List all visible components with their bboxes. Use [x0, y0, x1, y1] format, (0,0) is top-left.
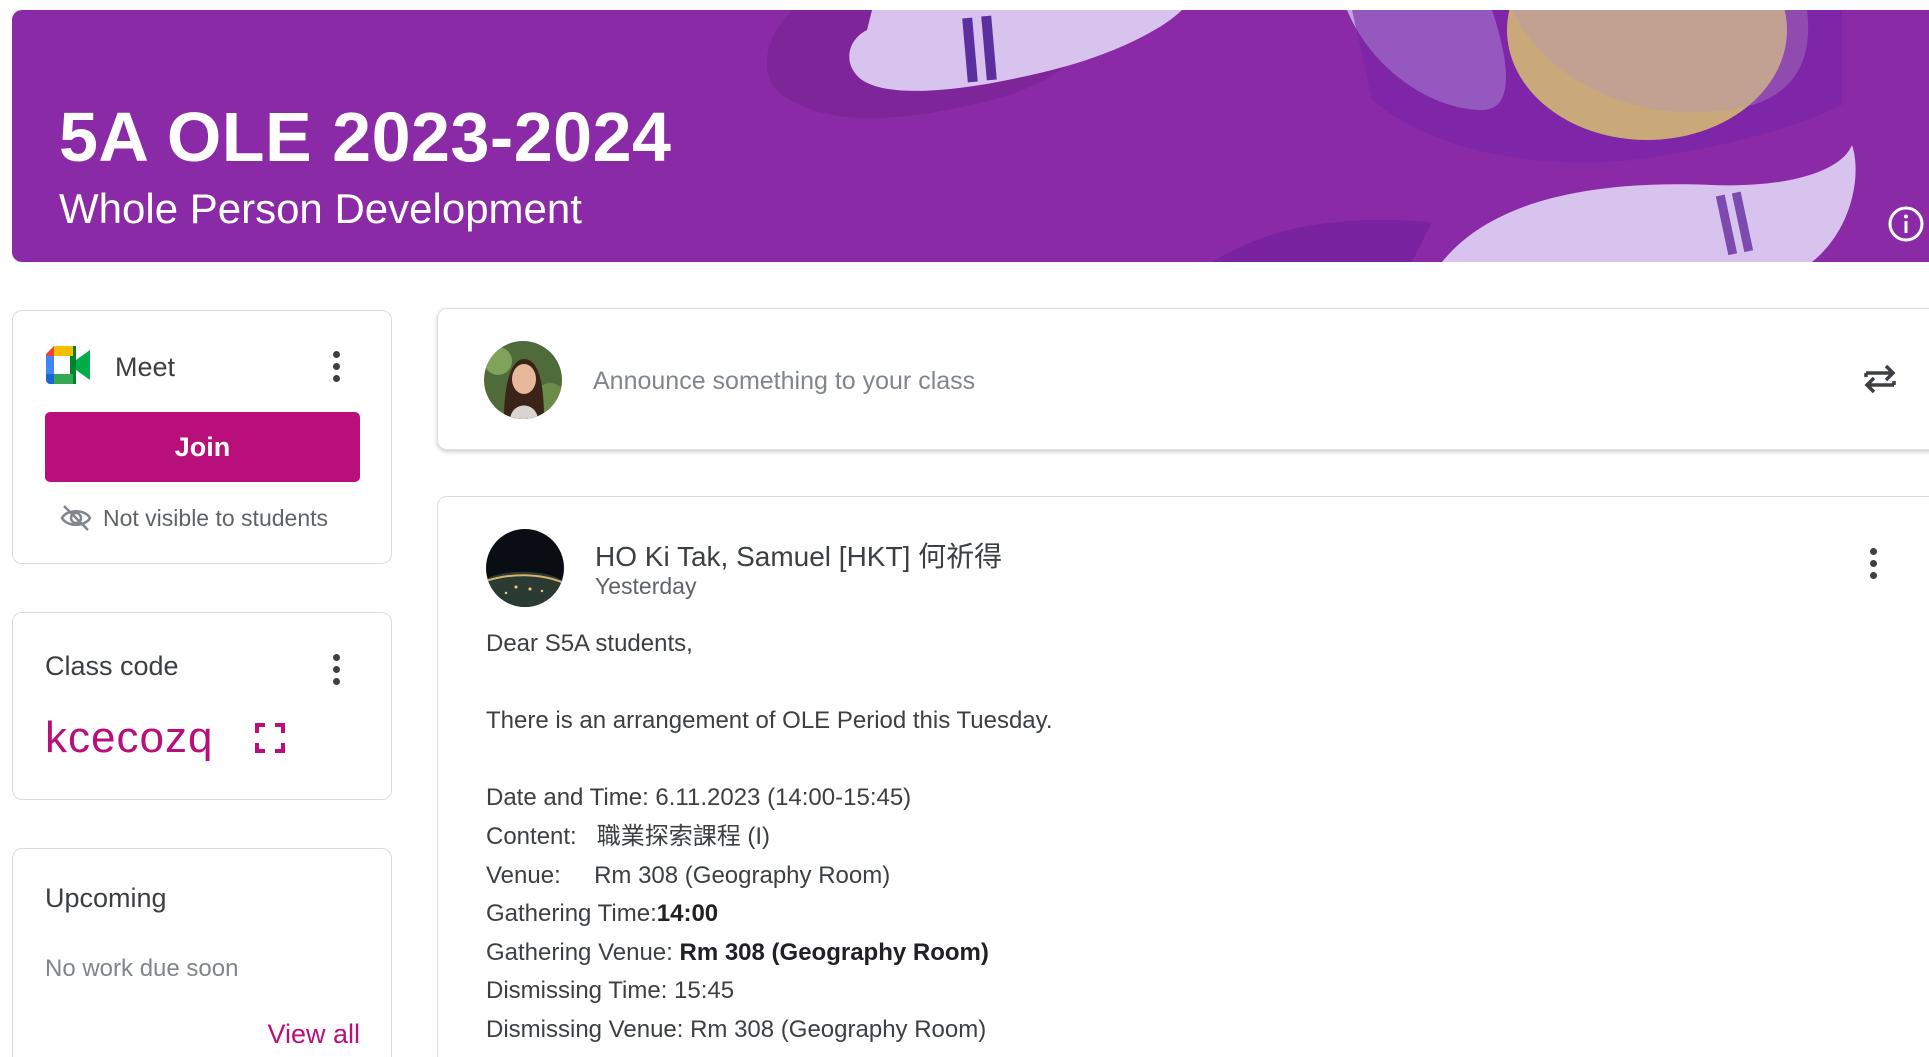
view-all-link[interactable]: View all	[267, 1019, 360, 1050]
class-code-label: Class code	[45, 651, 179, 681]
upcoming-card: Upcoming No work due soon View all	[12, 848, 392, 1057]
google-meet-icon	[46, 346, 90, 384]
visibility-note-text: Not visible to students	[103, 504, 329, 531]
class-code-value: kcecozq	[45, 713, 214, 762]
post-timestamp: Yesterday	[595, 573, 697, 599]
repost-icon[interactable]	[1858, 357, 1902, 401]
gathering-venue-value: Rm 308 (Geography Room)	[679, 938, 989, 966]
meet-more-options-icon[interactable]	[321, 344, 351, 388]
post-author: HO Ki Tak, Samuel [HKT] 何祈得	[595, 541, 1003, 572]
announce-box[interactable]: Announce something to your class	[437, 308, 1929, 450]
post-dismissing-time: Dismissing Time: 15:45	[486, 977, 735, 1005]
author-avatar	[486, 529, 564, 607]
gathering-time-value: 14:00	[656, 900, 719, 928]
post-venue-line: Venue: Rm 308 (Geography Room)	[486, 861, 891, 889]
meet-label: Meet	[115, 352, 176, 382]
post-dismissing-venue: Dismissing Venue: Rm 308 (Geography Room…	[486, 1015, 987, 1043]
upcoming-empty-text: No work due soon	[45, 955, 239, 982]
post-greeting: Dear S5A students,	[486, 630, 693, 657]
post-gathering-time: Gathering Time:14:00	[486, 895, 1053, 934]
avatar	[484, 341, 562, 419]
eye-off-icon	[60, 505, 92, 531]
class-code-card: Class code kcecozq	[12, 612, 392, 800]
class-subtitle: Whole Person Development	[59, 185, 582, 232]
post-date-line: Date and Time: 6.11.2023 (14:00-15:45)	[486, 784, 912, 812]
meet-card: Meet Join Not visible to students	[12, 310, 392, 564]
gathering-venue-label: Gathering Venue:	[486, 938, 680, 966]
post-intro: There is an arrangement of OLE Period th…	[486, 707, 1053, 735]
post-more-options-icon[interactable]	[1858, 541, 1888, 585]
post-content-line: Content: 職業探索課程 (I)	[486, 822, 771, 850]
class-banner: 5A OLE 2023-2024 Whole Person Developmen…	[12, 10, 1929, 262]
info-icon[interactable]	[1883, 201, 1929, 247]
visibility-note: Not visible to students	[59, 501, 328, 535]
post-body: Dear S5A students, There is an arrangeme…	[486, 625, 1053, 1050]
announcement-post: HO Ki Tak, Samuel [HKT] 何祈得 Yesterday De…	[437, 496, 1929, 1057]
gathering-time-label: Gathering Time:	[486, 900, 657, 928]
class-title: 5A OLE 2023-2024	[59, 98, 672, 176]
announce-placeholder[interactable]: Announce something to your class	[593, 367, 975, 396]
fullscreen-icon[interactable]	[253, 721, 287, 755]
join-meet-button[interactable]: Join	[45, 412, 360, 482]
upcoming-title: Upcoming	[45, 883, 167, 913]
post-gathering-venue: Gathering Venue: Rm 308 (Geography Room)	[486, 934, 1053, 973]
class-code-more-options-icon[interactable]	[321, 647, 351, 691]
